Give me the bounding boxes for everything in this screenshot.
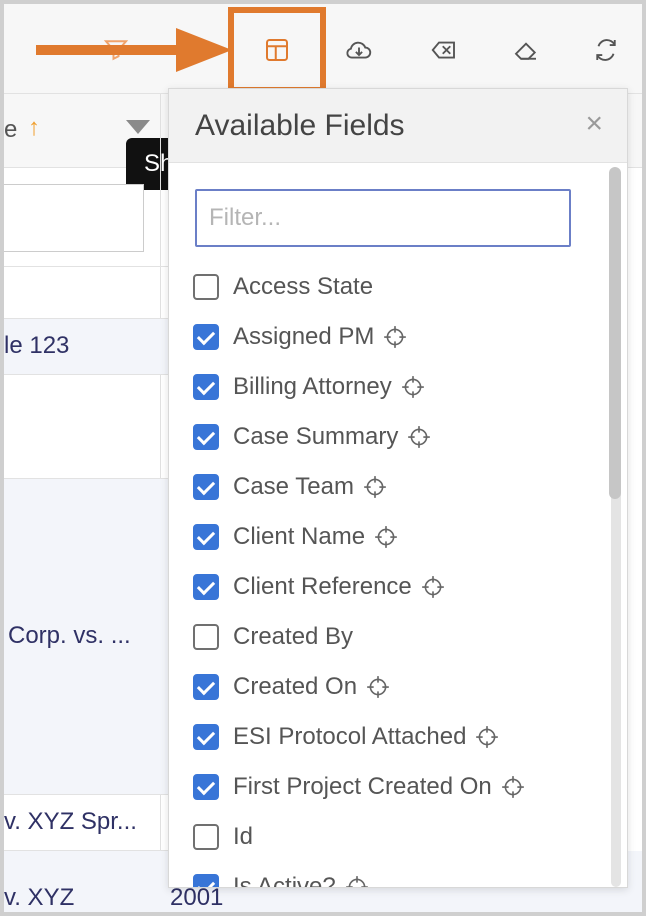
refresh-icon[interactable] (588, 32, 624, 68)
field-item[interactable]: Is Active? (193, 867, 370, 888)
field-checkbox[interactable] (193, 874, 219, 887)
panel-header: Available Fields × (169, 89, 627, 163)
crosshair-icon[interactable] (362, 474, 388, 500)
field-checkbox[interactable] (193, 374, 219, 400)
field-item[interactable]: Client Reference (193, 567, 446, 607)
crosshair-icon[interactable] (500, 774, 526, 800)
field-item[interactable]: Access State (193, 267, 373, 307)
field-label: Is Active? (233, 873, 336, 888)
field-checkbox[interactable] (193, 574, 219, 600)
row-divider (4, 266, 174, 267)
field-checkbox[interactable] (193, 324, 219, 350)
eraser-icon[interactable] (508, 32, 544, 68)
crosshair-icon[interactable] (365, 674, 391, 700)
row-divider (4, 318, 174, 319)
crosshair-icon[interactable] (382, 324, 408, 350)
clear-icon[interactable] (426, 32, 462, 68)
panel-title: Available Fields (195, 109, 405, 142)
field-item[interactable]: Created On (193, 667, 391, 707)
field-label: Id (233, 823, 254, 850)
field-item[interactable]: First Project Created On (193, 767, 526, 807)
field-label: ESI Protocol Attached (233, 723, 467, 750)
crosshair-icon[interactable] (420, 574, 446, 600)
crosshair-icon[interactable] (474, 724, 500, 750)
field-item[interactable]: Case Summary (193, 417, 432, 457)
column-filter-input[interactable] (4, 184, 144, 252)
field-label: Case Team (233, 473, 354, 500)
field-label: Created On (233, 673, 358, 700)
column-filter-icon[interactable] (126, 120, 150, 134)
annotation-arrow-icon (36, 28, 232, 72)
table-cell: Corp. vs. ... (8, 622, 131, 649)
table-cell: 2001 (170, 884, 224, 911)
field-checkbox[interactable] (193, 524, 219, 550)
field-item[interactable]: Client Name (193, 517, 399, 557)
field-item[interactable]: Created By (193, 617, 353, 657)
field-label: Case Summary (233, 423, 399, 450)
highlight-box (228, 7, 326, 93)
row-divider (4, 794, 174, 795)
close-icon[interactable]: × (585, 107, 603, 141)
table-cell: v. XYZ (4, 884, 75, 911)
crosshair-icon[interactable] (373, 524, 399, 550)
field-label: Assigned PM (233, 323, 375, 350)
scrollbar-thumb[interactable] (609, 167, 621, 499)
field-label: Billing Attorney (233, 373, 392, 400)
available-fields-panel: Available Fields × Access State Assigned … (168, 88, 628, 888)
field-item[interactable]: Billing Attorney (193, 367, 426, 407)
crosshair-icon[interactable] (400, 374, 426, 400)
tooltip: Sh (126, 138, 174, 190)
cloud-download-icon[interactable] (341, 32, 377, 68)
field-checkbox[interactable] (193, 824, 219, 850)
field-label: Access State (233, 273, 374, 300)
table-cell: le 123 (4, 332, 70, 359)
field-label: Client Name (233, 523, 366, 550)
field-item[interactable]: Assigned PM (193, 317, 408, 357)
field-checkbox[interactable] (193, 674, 219, 700)
field-checkbox[interactable] (193, 624, 219, 650)
field-label: First Project Created On (233, 773, 492, 800)
field-checkbox[interactable] (193, 724, 219, 750)
crosshair-icon[interactable] (344, 874, 370, 887)
field-checkbox[interactable] (193, 274, 219, 300)
crosshair-icon[interactable] (406, 424, 432, 450)
field-checkbox[interactable] (193, 474, 219, 500)
field-item[interactable]: ESI Protocol Attached (193, 717, 500, 757)
table-cell: v. XYZ Spr... (4, 808, 137, 835)
field-label: Created By (233, 623, 354, 650)
column-header-label[interactable]: e (4, 116, 17, 144)
field-item[interactable]: Case Team (193, 467, 388, 507)
panel-scrollbar[interactable] (607, 167, 623, 887)
sort-ascending-icon[interactable]: ↑ (28, 114, 40, 142)
row-divider (4, 374, 174, 375)
field-label: Client Reference (233, 573, 412, 600)
field-checkbox[interactable] (193, 774, 219, 800)
field-item[interactable]: Id (193, 817, 253, 857)
field-checkbox[interactable] (193, 424, 219, 450)
field-filter-input[interactable] (195, 189, 571, 247)
app-frame: e ↑ Sh le 123 Corp. vs. ... v. XYZ Spr..… (0, 0, 646, 916)
